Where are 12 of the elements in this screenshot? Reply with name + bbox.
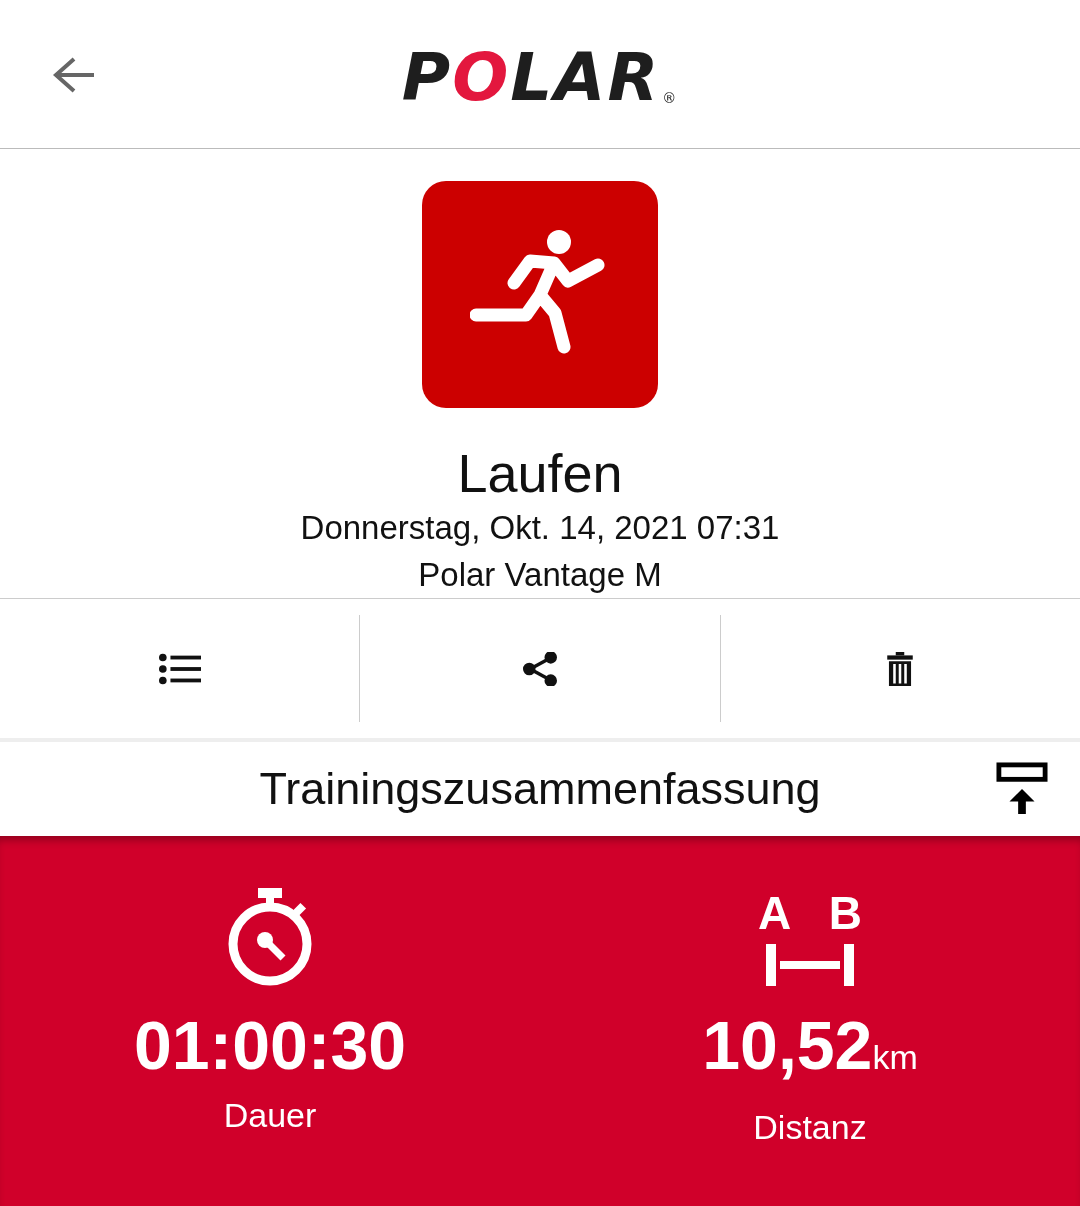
activity-date: Donnerstag, Okt. 14, 2021 07:31 — [300, 508, 780, 548]
logo: POLAR® — [401, 38, 679, 116]
activity-title: Laufen — [457, 442, 623, 504]
stat-value: 10,52km — [702, 1006, 918, 1085]
section-title: Trainingszusammenfassung — [259, 763, 821, 815]
back-icon[interactable] — [52, 55, 96, 95]
stat-value: 01:00:30 — [133, 1006, 407, 1084]
upload-icon[interactable] — [996, 762, 1048, 814]
stat-label: Dauer — [223, 1096, 317, 1135]
device-name: Polar Vantage M — [418, 555, 662, 595]
list-icon[interactable] — [158, 651, 201, 686]
stat-label: Distanz — [753, 1108, 867, 1147]
